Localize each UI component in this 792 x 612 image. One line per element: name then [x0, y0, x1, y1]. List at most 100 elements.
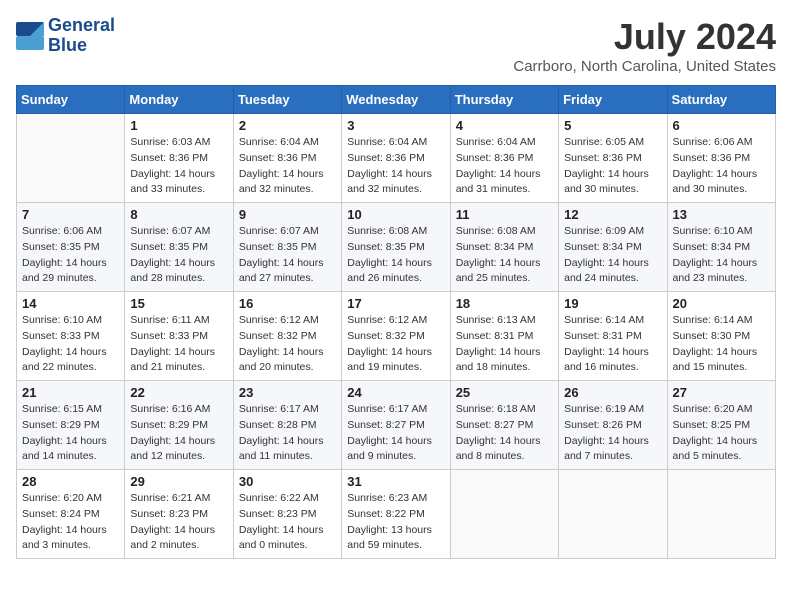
calendar-cell: 24Sunrise: 6:17 AM Sunset: 8:27 PM Dayli…: [342, 381, 450, 470]
cell-content: Sunrise: 6:05 AM Sunset: 8:36 PM Dayligh…: [564, 135, 661, 198]
calendar-cell: 11 Sunrise: 6:08 AM Sunset: 8:34 PM Dayli…: [450, 203, 558, 292]
cell-content: Sunrise: 6:10 AM Sunset: 8:33 PM Dayligh…: [22, 313, 119, 376]
calendar-table: SundayMondayTuesdayWednesdayThursdayFrid…: [16, 85, 776, 559]
calendar-cell: 5 Sunrise: 6:05 AM Sunset: 8:36 PM Daylig…: [559, 114, 667, 203]
calendar-cell: 31 Sunrise: 6:23 AM Sunset: 8:22 PM Dayli…: [342, 470, 450, 559]
week-row-4: 21Sunrise: 6:15 AM Sunset: 8:29 PM Dayli…: [17, 381, 776, 470]
calendar-cell: [450, 470, 558, 559]
calendar-cell: 30 Sunrise: 6:22 AM Sunset: 8:23 PM Dayli…: [233, 470, 341, 559]
day-number: 20: [673, 296, 770, 311]
cell-content: Sunrise: 6:04 AM Sunset: 8:36 PM Dayligh…: [239, 135, 336, 198]
day-number: 22: [130, 385, 227, 400]
day-number: 27: [673, 385, 770, 400]
cell-content: Sunrise: 6:06 AM Sunset: 8:35 PM Dayligh…: [22, 224, 119, 287]
calendar-cell: 4 Sunrise: 6:04 AM Sunset: 8:36 PM Daylig…: [450, 114, 558, 203]
day-number: 9: [239, 207, 336, 222]
col-header-wednesday: Wednesday: [342, 86, 450, 114]
calendar-cell: [559, 470, 667, 559]
cell-content: Sunrise: 6:11 AM Sunset: 8:33 PM Dayligh…: [130, 313, 227, 376]
calendar-cell: 10Sunrise: 6:08 AM Sunset: 8:35 PM Dayli…: [342, 203, 450, 292]
cell-content: Sunrise: 6:14 AM Sunset: 8:31 PM Dayligh…: [564, 313, 661, 376]
calendar-cell: 18Sunrise: 6:13 AM Sunset: 8:31 PM Dayli…: [450, 292, 558, 381]
calendar-cell: 29 Sunrise: 6:21 AM Sunset: 8:23 PM Dayli…: [125, 470, 233, 559]
cell-content: Sunrise: 6:12 AM Sunset: 8:32 PM Dayligh…: [239, 313, 336, 376]
cell-content: Sunrise: 6:23 AM Sunset: 8:22 PM Dayligh…: [347, 491, 444, 554]
day-number: 15: [130, 296, 227, 311]
day-number: 1: [130, 118, 227, 133]
cell-content: Sunrise: 6:04 AM Sunset: 8:36 PM Dayligh…: [456, 135, 553, 198]
cell-content: Sunrise: 6:16 AM Sunset: 8:29 PM Dayligh…: [130, 402, 227, 465]
logo-icon: [16, 22, 44, 50]
day-number: 18: [456, 296, 553, 311]
calendar-cell: 22 Sunrise: 6:16 AM Sunset: 8:29 PM Dayli…: [125, 381, 233, 470]
day-number: 30: [239, 474, 336, 489]
cell-content: Sunrise: 6:22 AM Sunset: 8:23 PM Dayligh…: [239, 491, 336, 554]
calendar-cell: 2Sunrise: 6:04 AM Sunset: 8:36 PM Daylig…: [233, 114, 341, 203]
cell-content: Sunrise: 6:12 AM Sunset: 8:32 PM Dayligh…: [347, 313, 444, 376]
cell-content: Sunrise: 6:17 AM Sunset: 8:28 PM Dayligh…: [239, 402, 336, 465]
logo-text: General Blue: [48, 16, 115, 56]
cell-content: Sunrise: 6:07 AM Sunset: 8:35 PM Dayligh…: [130, 224, 227, 287]
day-number: 21: [22, 385, 119, 400]
page-header: General Blue July 2024 Carrboro, North C…: [16, 16, 776, 75]
cell-content: Sunrise: 6:03 AM Sunset: 8:36 PM Dayligh…: [130, 135, 227, 198]
calendar-cell: 12Sunrise: 6:09 AM Sunset: 8:34 PM Dayli…: [559, 203, 667, 292]
calendar-cell: 6Sunrise: 6:06 AM Sunset: 8:36 PM Daylig…: [667, 114, 775, 203]
cell-content: Sunrise: 6:10 AM Sunset: 8:34 PM Dayligh…: [673, 224, 770, 287]
title-area: July 2024 Carrboro, North Carolina, Unit…: [513, 16, 776, 75]
col-header-monday: Monday: [125, 86, 233, 114]
calendar-cell: 26Sunrise: 6:19 AM Sunset: 8:26 PM Dayli…: [559, 381, 667, 470]
day-number: 16: [239, 296, 336, 311]
calendar-cell: 7 Sunrise: 6:06 AM Sunset: 8:35 PM Daylig…: [17, 203, 125, 292]
col-header-friday: Friday: [559, 86, 667, 114]
calendar-cell: 20Sunrise: 6:14 AM Sunset: 8:30 PM Dayli…: [667, 292, 775, 381]
day-number: 13: [673, 207, 770, 222]
day-number: 28: [22, 474, 119, 489]
day-number: 3: [347, 118, 444, 133]
cell-content: Sunrise: 6:04 AM Sunset: 8:36 PM Dayligh…: [347, 135, 444, 198]
cell-content: Sunrise: 6:19 AM Sunset: 8:26 PM Dayligh…: [564, 402, 661, 465]
cell-content: Sunrise: 6:07 AM Sunset: 8:35 PM Dayligh…: [239, 224, 336, 287]
calendar-header-row: SundayMondayTuesdayWednesdayThursdayFrid…: [17, 86, 776, 114]
day-number: 8: [130, 207, 227, 222]
calendar-cell: 15 Sunrise: 6:11 AM Sunset: 8:33 PM Dayli…: [125, 292, 233, 381]
day-number: 10: [347, 207, 444, 222]
day-number: 6: [673, 118, 770, 133]
logo: General Blue: [16, 16, 115, 56]
calendar-cell: 28Sunrise: 6:20 AM Sunset: 8:24 PM Dayli…: [17, 470, 125, 559]
week-row-2: 7 Sunrise: 6:06 AM Sunset: 8:35 PM Daylig…: [17, 203, 776, 292]
day-number: 19: [564, 296, 661, 311]
calendar-cell: 8 Sunrise: 6:07 AM Sunset: 8:35 PM Daylig…: [125, 203, 233, 292]
location: Carrboro, North Carolina, United States: [513, 58, 776, 75]
cell-content: Sunrise: 6:18 AM Sunset: 8:27 PM Dayligh…: [456, 402, 553, 465]
calendar-cell: 1 Sunrise: 6:03 AM Sunset: 8:36 PM Daylig…: [125, 114, 233, 203]
col-header-saturday: Saturday: [667, 86, 775, 114]
calendar-cell: 14Sunrise: 6:10 AM Sunset: 8:33 PM Dayli…: [17, 292, 125, 381]
month-title: July 2024: [513, 16, 776, 58]
day-number: 7: [22, 207, 119, 222]
col-header-sunday: Sunday: [17, 86, 125, 114]
cell-content: Sunrise: 6:20 AM Sunset: 8:25 PM Dayligh…: [673, 402, 770, 465]
calendar-cell: 23 Sunrise: 6:17 AM Sunset: 8:28 PM Dayli…: [233, 381, 341, 470]
calendar-cell: 27 Sunrise: 6:20 AM Sunset: 8:25 PM Dayli…: [667, 381, 775, 470]
day-number: 29: [130, 474, 227, 489]
calendar-cell: [667, 470, 775, 559]
calendar-cell: 19 Sunrise: 6:14 AM Sunset: 8:31 PM Dayli…: [559, 292, 667, 381]
day-number: 23: [239, 385, 336, 400]
cell-content: Sunrise: 6:21 AM Sunset: 8:23 PM Dayligh…: [130, 491, 227, 554]
col-header-thursday: Thursday: [450, 86, 558, 114]
calendar-cell: 3 Sunrise: 6:04 AM Sunset: 8:36 PM Daylig…: [342, 114, 450, 203]
day-number: 24: [347, 385, 444, 400]
day-number: 31: [347, 474, 444, 489]
day-number: 4: [456, 118, 553, 133]
col-header-tuesday: Tuesday: [233, 86, 341, 114]
calendar-cell: 13 Sunrise: 6:10 AM Sunset: 8:34 PM Dayli…: [667, 203, 775, 292]
calendar-cell: 17 Sunrise: 6:12 AM Sunset: 8:32 PM Dayli…: [342, 292, 450, 381]
day-number: 11: [456, 207, 553, 222]
day-number: 5: [564, 118, 661, 133]
calendar-cell: 16 Sunrise: 6:12 AM Sunset: 8:32 PM Dayli…: [233, 292, 341, 381]
cell-content: Sunrise: 6:08 AM Sunset: 8:34 PM Dayligh…: [456, 224, 553, 287]
week-row-3: 14Sunrise: 6:10 AM Sunset: 8:33 PM Dayli…: [17, 292, 776, 381]
week-row-1: 1 Sunrise: 6:03 AM Sunset: 8:36 PM Daylig…: [17, 114, 776, 203]
day-number: 17: [347, 296, 444, 311]
